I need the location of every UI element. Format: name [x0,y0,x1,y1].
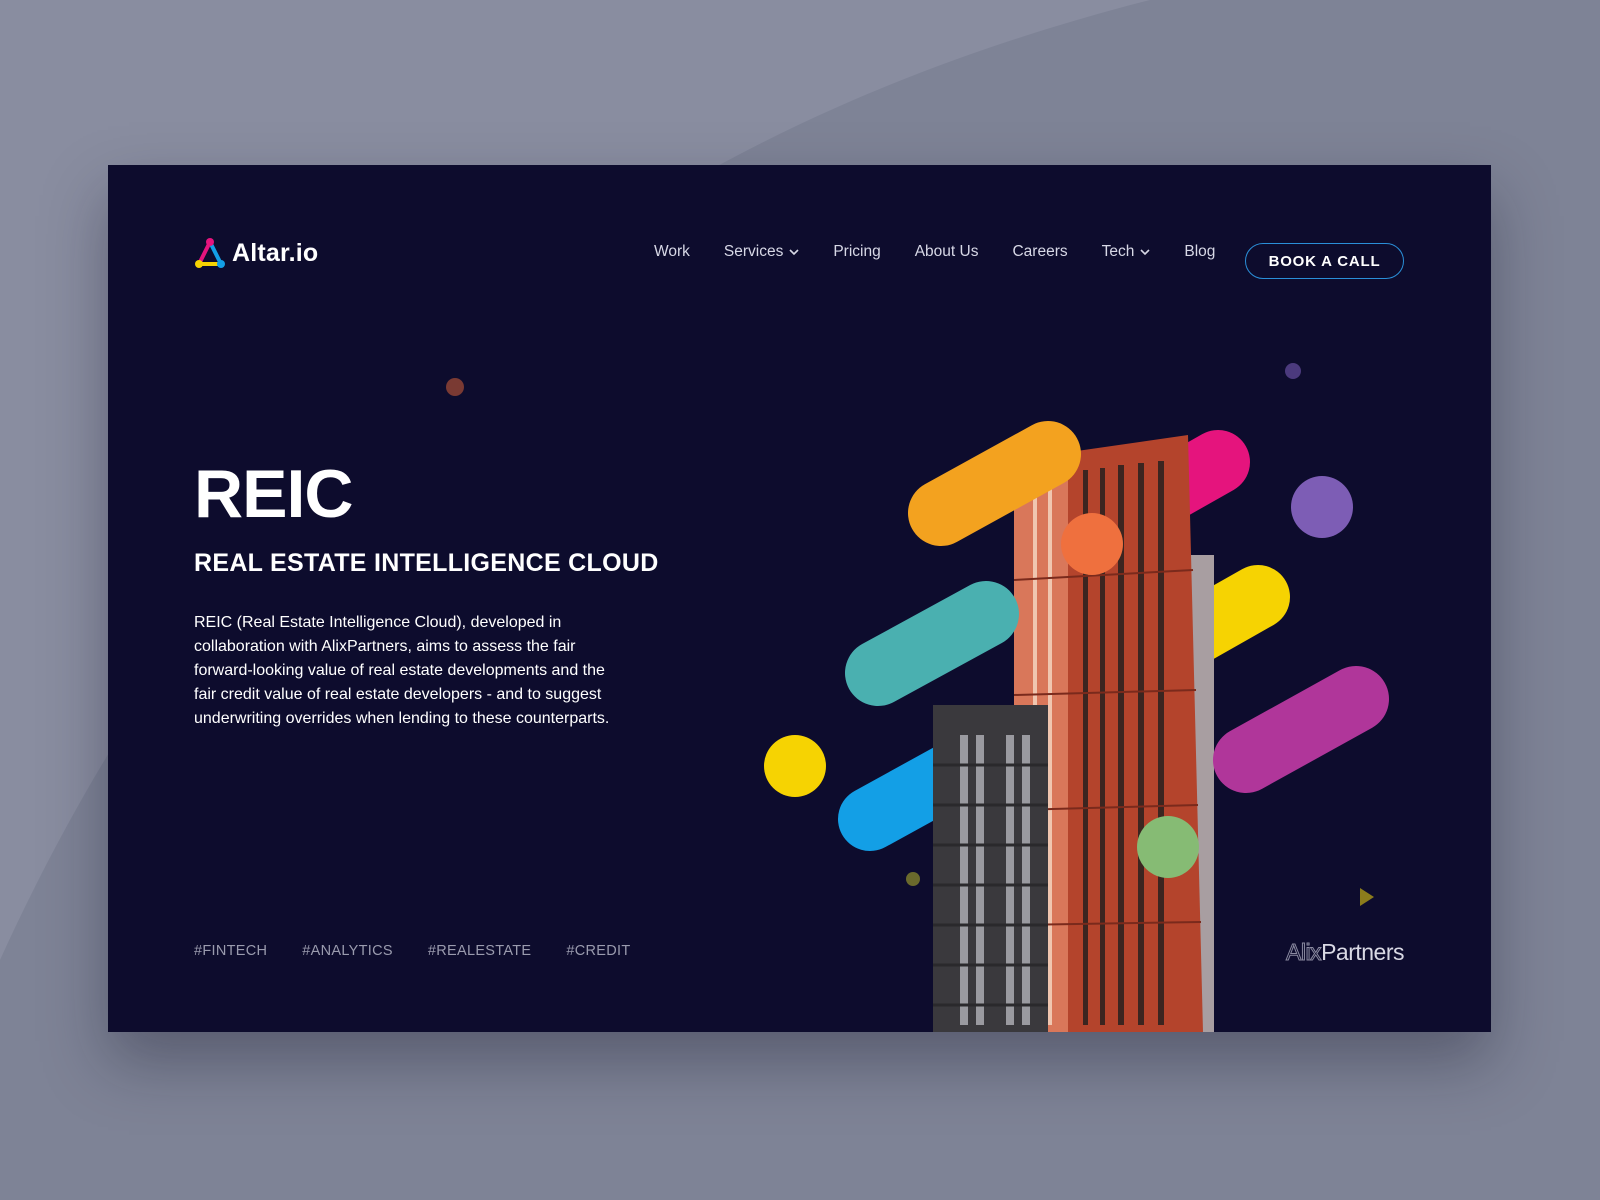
brand-name: Altar.io [232,238,319,267]
nav-label: Services [723,243,784,260]
chevron-down-icon [789,249,799,256]
nav-label: Pricing [833,243,881,260]
nav-label: Careers [1012,243,1068,260]
nav-label: About Us [914,243,979,260]
play-triangle-icon [1360,888,1374,906]
circle-green [1137,816,1199,878]
altar-logo-icon [195,238,225,268]
nav-item-about-us[interactable]: About Us [915,243,979,261]
dot-brown [446,378,464,396]
tag-credit[interactable]: #CREDIT [566,943,630,959]
page-subtitle: REAL ESTATE INTELLIGENCE CLOUD [194,549,659,577]
dot-violet [1285,363,1301,379]
chevron-down-icon [1140,249,1150,256]
circle-coral [1061,513,1123,575]
building-front [933,705,1048,1032]
nav-item-careers[interactable]: Careers [1012,243,1067,261]
nav-item-tech[interactable]: Tech [1102,243,1151,261]
hero-frame: Altar.io Work Services Pricing About Us … [108,165,1491,1032]
partner-name-part2: Partners [1321,939,1404,965]
circle-purple [1291,476,1353,538]
brand-logo[interactable]: Altar.io [194,237,318,269]
nav-item-work[interactable]: Work [654,243,690,261]
hero-illustration [446,363,1389,1032]
pill-teal [845,581,1019,706]
nav-item-services[interactable]: Services [724,243,799,261]
tag-realestate[interactable]: #REALESTATE [428,943,532,959]
circle-yellow [764,735,826,797]
nav-item-pricing[interactable]: Pricing [833,243,880,261]
tag-fintech[interactable]: #FINTECH [194,943,267,959]
pill-magenta [1213,666,1389,793]
tag-analytics[interactable]: #ANALYTICS [302,943,393,959]
nav-label: Tech [1101,243,1135,260]
main-nav: Work Services Pricing About Us Careers T… [654,243,1215,261]
partner-name-part1: Alix [1285,939,1322,966]
nav-label: Work [654,243,690,260]
partner-logo: AlixPartners [1285,939,1404,966]
nav-label: Blog [1184,243,1216,260]
hero-description: REIC (Real Estate Intelligence Cloud), d… [194,614,610,727]
nav-item-blog[interactable]: Blog [1184,243,1215,261]
tag-list: #FINTECH #ANALYTICS #REALESTATE #CREDIT [194,943,631,959]
book-a-call-button[interactable]: BOOK A CALL [1245,243,1404,279]
page-title: REIC [194,456,353,532]
dot-olive [906,872,920,886]
